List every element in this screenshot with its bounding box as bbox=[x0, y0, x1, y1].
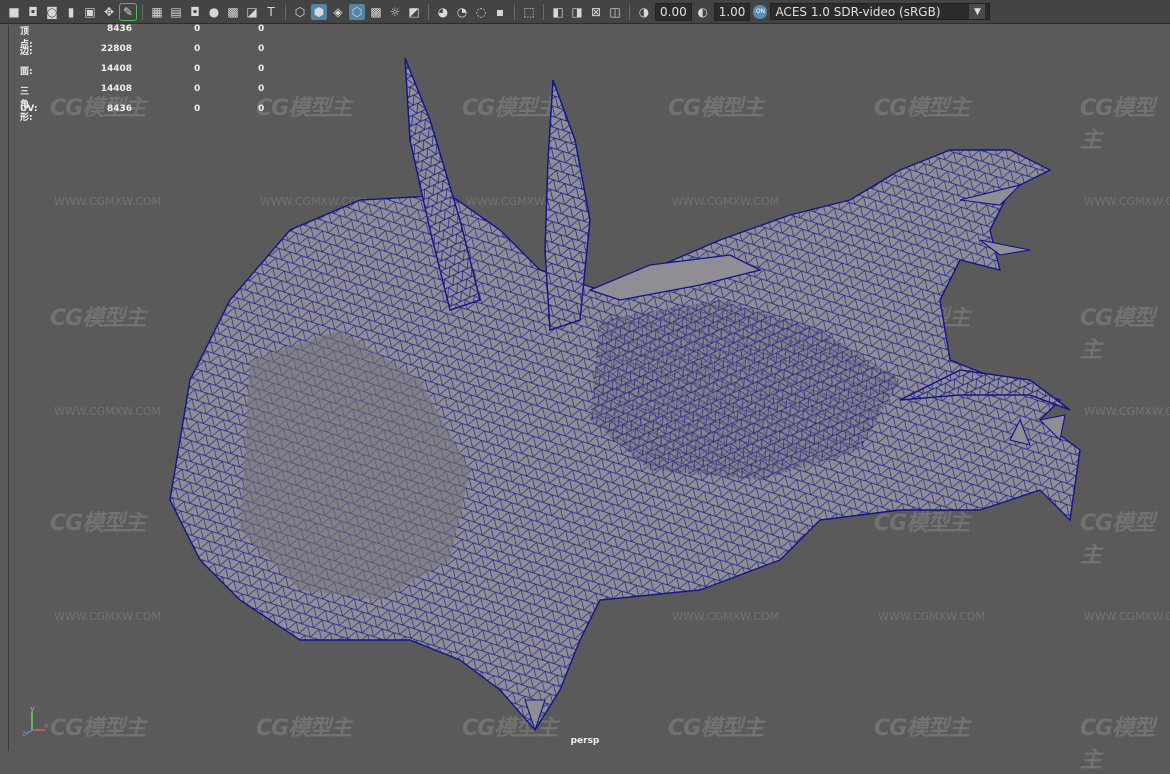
hud-v3: 0 bbox=[258, 104, 265, 114]
hud-label: 面: bbox=[20, 67, 33, 77]
axis-x-label: x bbox=[44, 721, 49, 730]
hud-v3: 0 bbox=[258, 84, 265, 94]
hud-v2: 0 bbox=[194, 84, 201, 94]
hud-v3: 0 bbox=[258, 44, 265, 54]
hud-v1: 8436 bbox=[106, 104, 132, 114]
mesh-body bbox=[169, 149, 1081, 732]
hud-v1: 8436 bbox=[106, 24, 132, 34]
hud-v2: 0 bbox=[194, 64, 201, 74]
hud-v2: 0 bbox=[194, 104, 201, 114]
hud-label: 边: bbox=[20, 47, 33, 57]
hud-label: UV: bbox=[20, 104, 38, 114]
hud-v1: 22808 bbox=[100, 44, 132, 54]
hud-v1: 14408 bbox=[100, 84, 132, 94]
hud-v3: 0 bbox=[258, 64, 265, 74]
camera-name-label: persp bbox=[570, 736, 600, 746]
axis-y-label: y bbox=[30, 704, 35, 713]
hud-v1: 14408 bbox=[100, 64, 132, 74]
axis-z-label: z bbox=[22, 729, 26, 736]
hud-v3: 0 bbox=[258, 24, 265, 34]
hud-v2: 0 bbox=[194, 44, 201, 54]
dragon-wireframe-model[interactable] bbox=[0, 0, 1170, 751]
hud-v2: 0 bbox=[194, 24, 201, 34]
axis-gizmo-icon: y x z bbox=[22, 704, 52, 738]
